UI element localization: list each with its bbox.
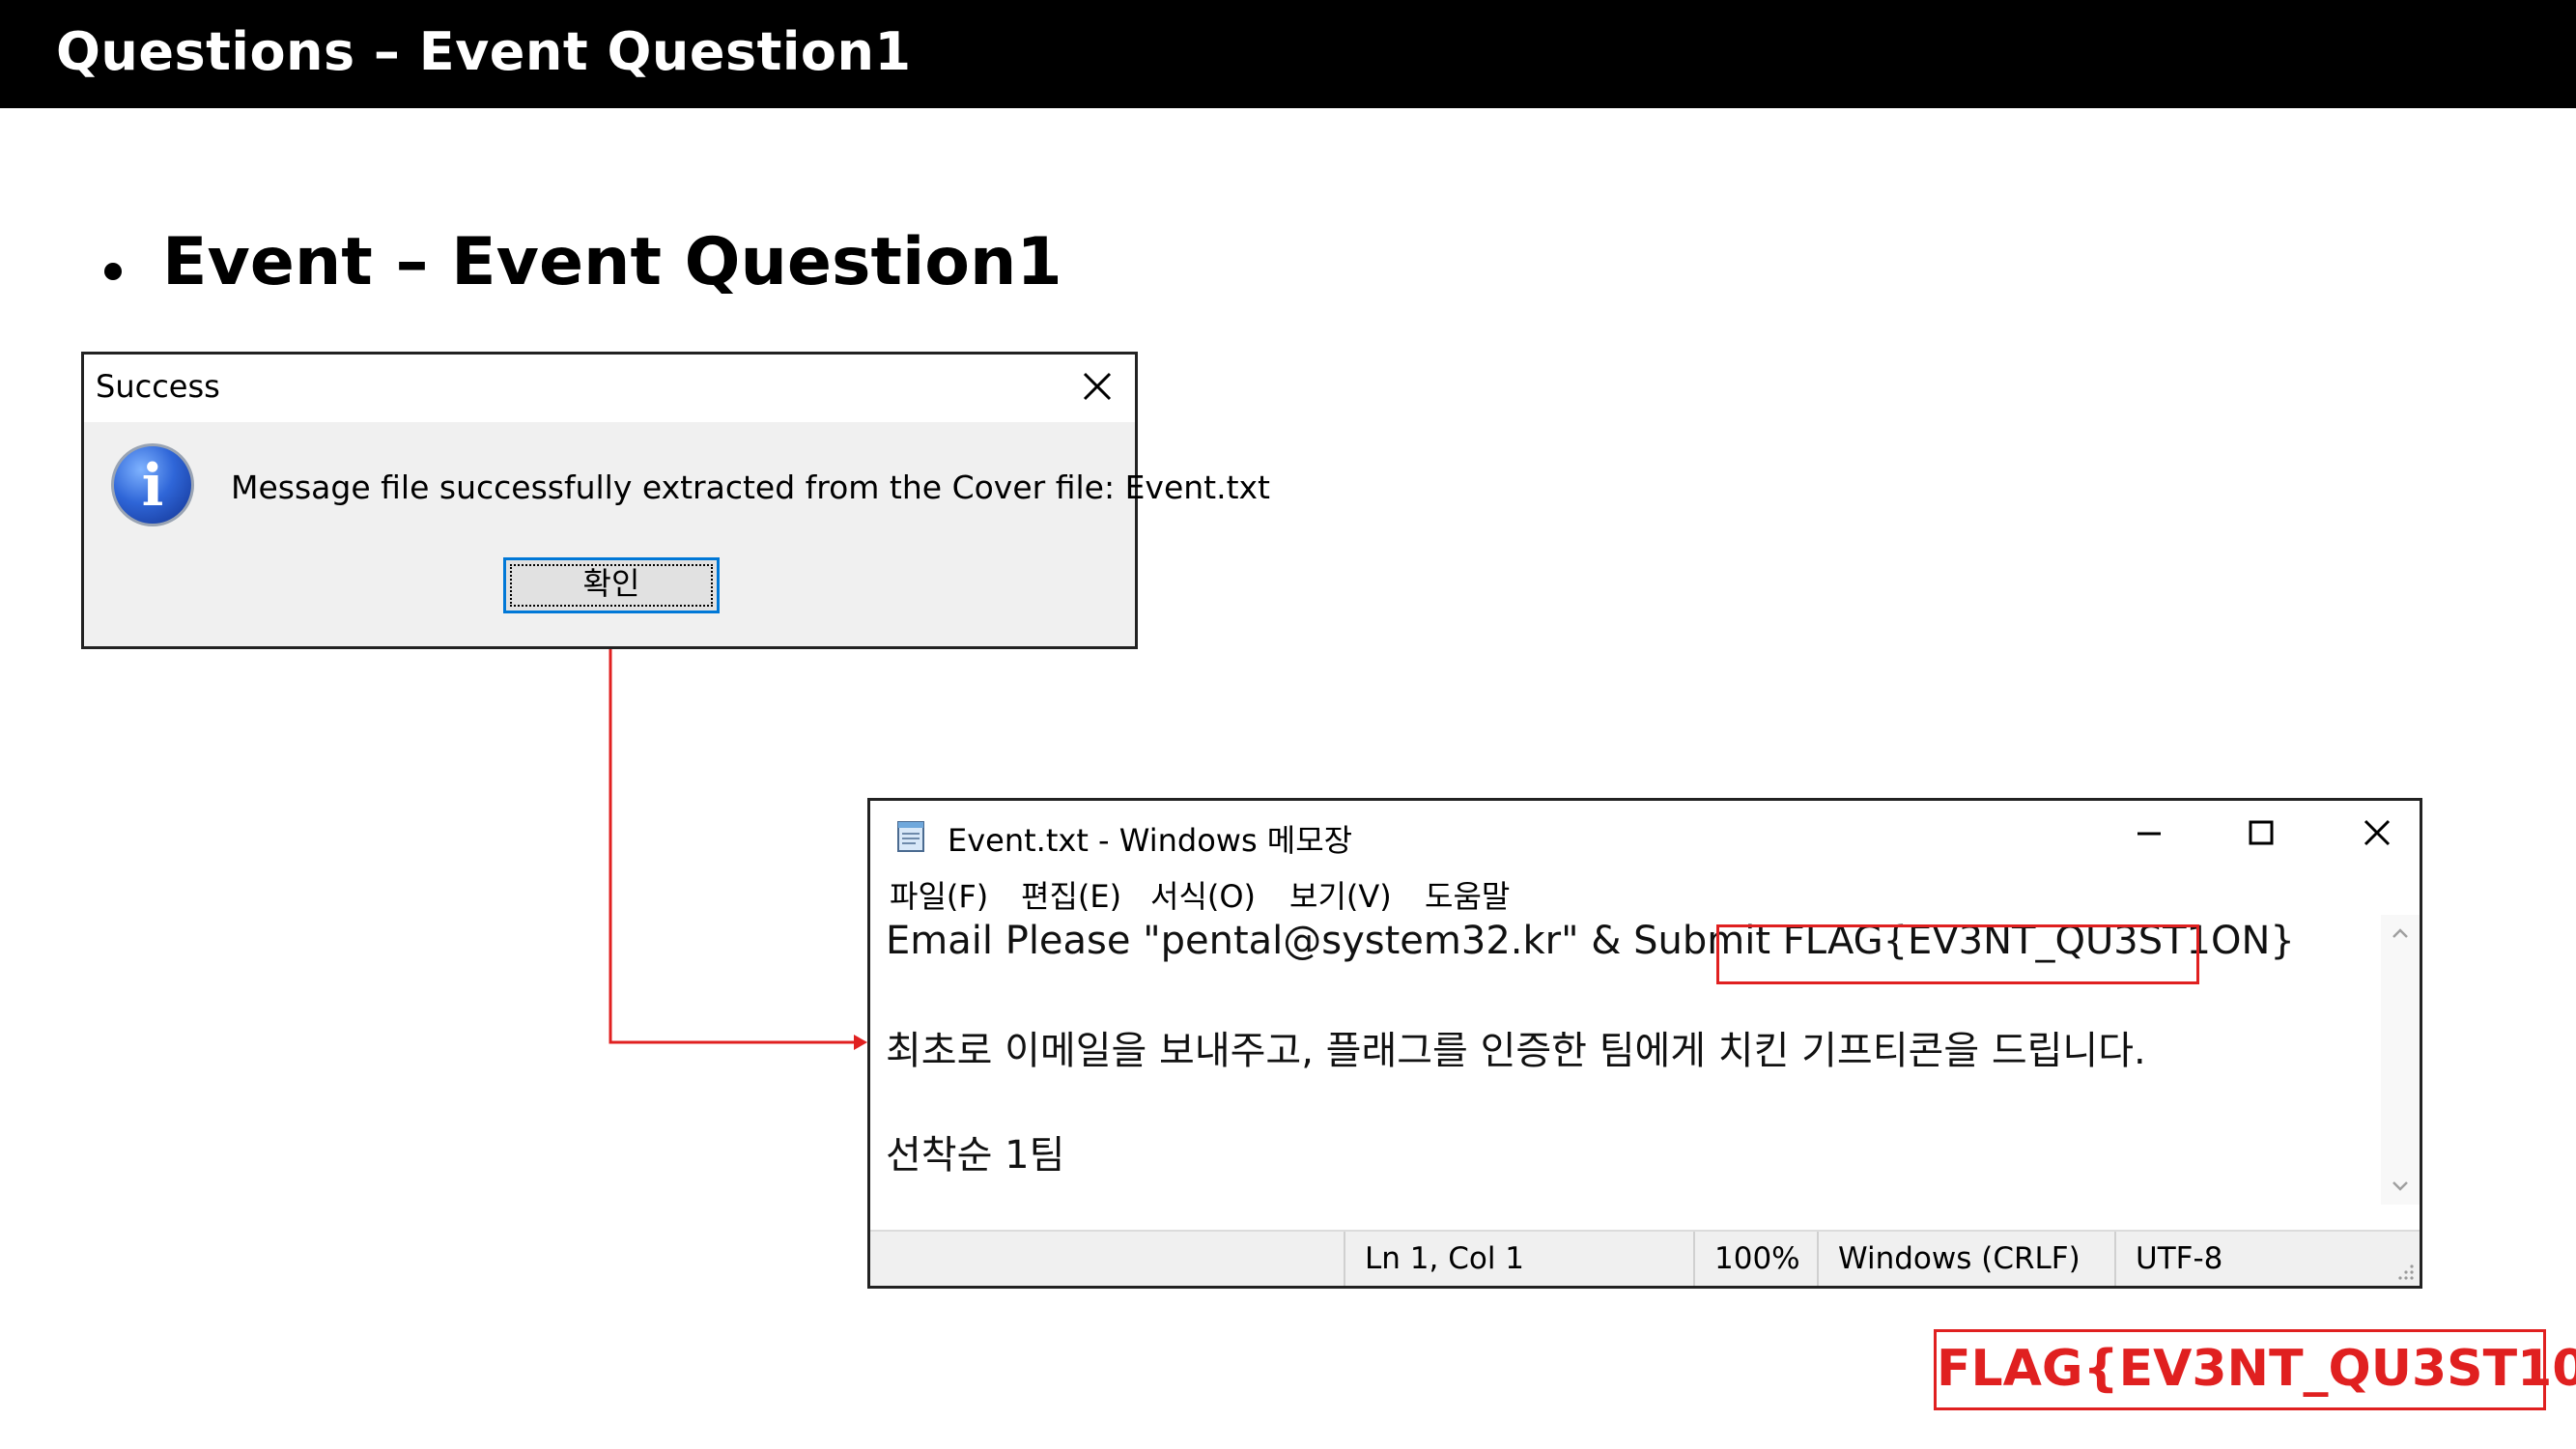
ok-button[interactable]: 확인	[503, 557, 720, 613]
close-icon[interactable]	[1077, 366, 1118, 407]
resize-grip-icon[interactable]	[2394, 1261, 2416, 1282]
menu-view[interactable]: 보기(V)	[1289, 872, 1392, 917]
close-icon[interactable]	[2348, 810, 2406, 857]
slide-header: Questions – Event Question1	[0, 0, 2576, 108]
menu-bar: 파일(F) 편집(E) 서식(O) 보기(V) 도움말	[870, 868, 2420, 915]
dialog-message: Message file successfully extracted from…	[231, 469, 1270, 506]
status-encoding: UTF-8	[2114, 1232, 2356, 1286]
success-dialog: Success i Message file successfully extr…	[81, 352, 1270, 649]
menu-format[interactable]: 서식(O)	[1150, 872, 1256, 917]
dialog-titlebar: Success	[84, 355, 1135, 422]
dialog-title: Success	[96, 368, 220, 405]
chevron-down-icon[interactable]	[2389, 1174, 2412, 1197]
text-line: 선착순 1팀	[886, 1133, 1065, 1178]
status-line-ending: Windows (CRLF)	[1817, 1232, 2114, 1286]
maximize-icon[interactable]	[2232, 810, 2290, 857]
menu-edit[interactable]: 편집(E)	[1021, 872, 1121, 917]
bullet-text: Event – Event Question1	[162, 224, 1062, 300]
notepad-icon	[897, 821, 924, 852]
info-letter: i	[141, 452, 164, 520]
notepad-title: Event.txt - Windows 메모장	[948, 822, 1353, 859]
flag-highlight-box	[1716, 924, 2199, 984]
vertical-scrollbar[interactable]	[2381, 915, 2420, 1205]
notepad-titlebar: Event.txt - Windows 메모장	[870, 801, 2420, 868]
menu-file[interactable]: 파일(F)	[890, 872, 988, 917]
answer-badge: FLAG{EV3NT_QU3ST10N}	[1934, 1329, 2576, 1410]
minimize-icon[interactable]	[2120, 810, 2178, 857]
text-line: 최초로 이메일을 보내주고, 플래그를 인증한 팀에게 치킨 기프티콘을 드립니…	[886, 1029, 2146, 1073]
focus-ring	[510, 564, 713, 607]
status-bar: Ln 1, Col 1 100% Windows (CRLF) UTF-8	[870, 1230, 2420, 1286]
status-zoom: 100%	[1693, 1232, 1817, 1286]
status-cursor-position: Ln 1, Col 1	[1344, 1232, 1693, 1286]
notepad-window: Event.txt - Windows 메모장 파일(F) 편집(E) 서식(O…	[867, 798, 2422, 1289]
slide-title: Questions – Event Question1	[56, 21, 912, 82]
bullet-dot	[104, 263, 122, 280]
menu-help[interactable]: 도움말	[1425, 872, 1510, 917]
info-icon: i	[111, 443, 194, 526]
chevron-up-icon[interactable]	[2389, 923, 2412, 946]
